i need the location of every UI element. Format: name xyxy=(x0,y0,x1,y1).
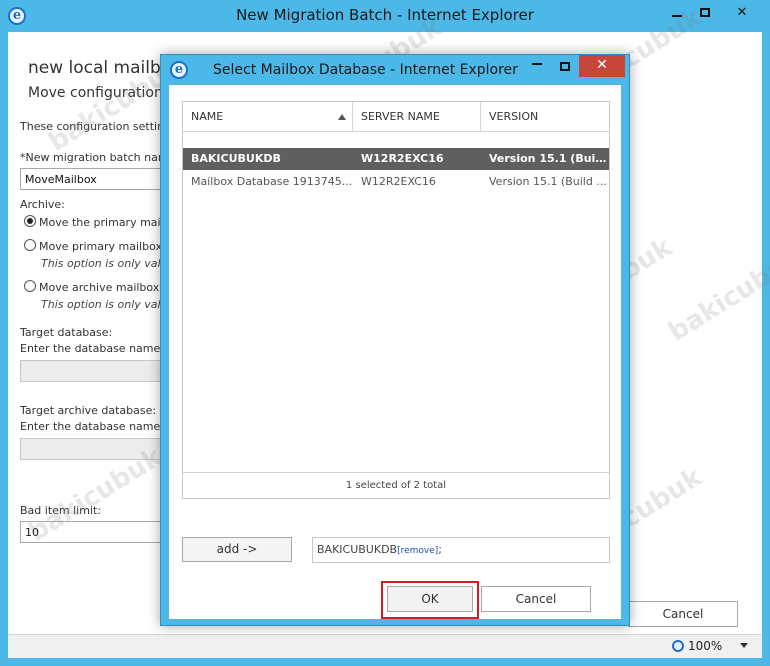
dialog-title: Select Mailbox Database - Internet Explo… xyxy=(213,62,518,78)
batch-name-input[interactable]: MoveMailbox xyxy=(20,168,170,190)
outer-maximize-button[interactable] xyxy=(691,1,719,23)
outer-close-button[interactable]: ✕ xyxy=(719,1,765,23)
dialog-body: NAME SERVER NAME VERSION BAKICUBUKDB W12… xyxy=(169,85,621,619)
page-subtitle: Move configuration xyxy=(28,85,163,101)
cell-server: W12R2EXC16 xyxy=(361,152,444,165)
dialog-minimize-button[interactable] xyxy=(523,55,551,77)
table-row[interactable]: BAKICUBUKDB W12R2EXC16 Version 15.1 (Bui… xyxy=(183,148,609,170)
archive-label: Archive: xyxy=(20,198,65,211)
batch-name-label: *New migration batch nam xyxy=(20,151,169,164)
status-bar: 100% xyxy=(8,634,762,658)
selected-databases-field[interactable]: BAKICUBUKDB[remove]; xyxy=(312,537,610,563)
bad-item-limit-input[interactable]: 10 xyxy=(20,521,170,543)
form-cancel-button[interactable]: Cancel xyxy=(628,601,738,627)
cell-name: BAKICUBUKDB xyxy=(191,152,281,165)
selected-suffix: ; xyxy=(438,543,443,556)
selection-count: 1 selected of 2 total xyxy=(183,472,609,498)
maximize-icon xyxy=(700,7,710,17)
outer-minimize-button[interactable] xyxy=(663,1,691,23)
archive-option-2-label: Move primary mailbox xyxy=(39,240,162,253)
zoom-icon xyxy=(672,640,684,652)
outer-window-title: New Migration Batch - Internet Explorer xyxy=(236,6,534,24)
zoom-control[interactable]: 100% xyxy=(672,639,722,653)
zoom-level: 100% xyxy=(688,639,723,653)
cancel-button[interactable]: Cancel xyxy=(481,586,591,612)
archive-option-2-note: This option is only valid xyxy=(41,257,171,270)
archive-option-3-label: Move archive mailbox c xyxy=(39,281,169,294)
archive-option-1-label: Move the primary mailb xyxy=(39,216,171,229)
archive-option-1-radio[interactable] xyxy=(24,215,36,227)
target-database-hint: Enter the database name y xyxy=(20,342,171,355)
archive-option-3-note: This option is only valid xyxy=(41,298,171,311)
outer-titlebar[interactable]: e New Migration Batch - Internet Explore… xyxy=(0,0,770,32)
dialog-close-button[interactable]: ✕ xyxy=(579,55,625,77)
ok-button[interactable]: OK xyxy=(387,586,473,612)
minimize-icon xyxy=(672,15,682,17)
selected-database-value: BAKICUBUKDB xyxy=(317,543,398,556)
target-archive-label: Target archive database: xyxy=(20,404,157,417)
target-archive-input[interactable] xyxy=(20,438,170,460)
add-button[interactable]: add -> xyxy=(182,537,292,562)
list-header: NAME SERVER NAME VERSION xyxy=(183,102,609,132)
sort-ascending-icon xyxy=(338,114,346,120)
select-mailbox-database-dialog: e Select Mailbox Database - Internet Exp… xyxy=(160,54,630,626)
page-title: new local mailbox xyxy=(28,58,181,78)
archive-option-3-radio[interactable] xyxy=(24,280,36,292)
minimize-icon xyxy=(532,63,542,65)
intro-text: These configuration setting xyxy=(20,120,172,133)
column-header-version[interactable]: VERSION xyxy=(481,102,609,132)
cell-version: Version 15.1 (Build ... xyxy=(489,175,607,188)
chevron-down-icon[interactable] xyxy=(740,643,748,648)
cell-version: Version 15.1 (Build... xyxy=(489,152,609,165)
cell-name: Mailbox Database 1913745... xyxy=(191,175,353,188)
maximize-icon xyxy=(560,61,570,71)
cell-server: W12R2EXC16 xyxy=(361,175,436,188)
remove-link[interactable]: [remove] xyxy=(397,546,438,556)
column-header-server-name[interactable]: SERVER NAME xyxy=(353,102,481,132)
column-header-name[interactable]: NAME xyxy=(183,102,353,132)
target-archive-hint: Enter the database name y xyxy=(20,420,171,433)
dialog-maximize-button[interactable] xyxy=(551,55,579,77)
archive-option-2-radio[interactable] xyxy=(24,239,36,251)
bad-item-limit-label: Bad item limit: xyxy=(20,504,102,517)
target-database-input[interactable] xyxy=(20,360,170,382)
table-row[interactable]: Mailbox Database 1913745... W12R2EXC16 V… xyxy=(183,171,609,193)
internet-explorer-icon: e xyxy=(170,61,188,79)
target-database-label: Target database: xyxy=(20,326,113,339)
database-list: NAME SERVER NAME VERSION BAKICUBUKDB W12… xyxy=(182,101,610,499)
